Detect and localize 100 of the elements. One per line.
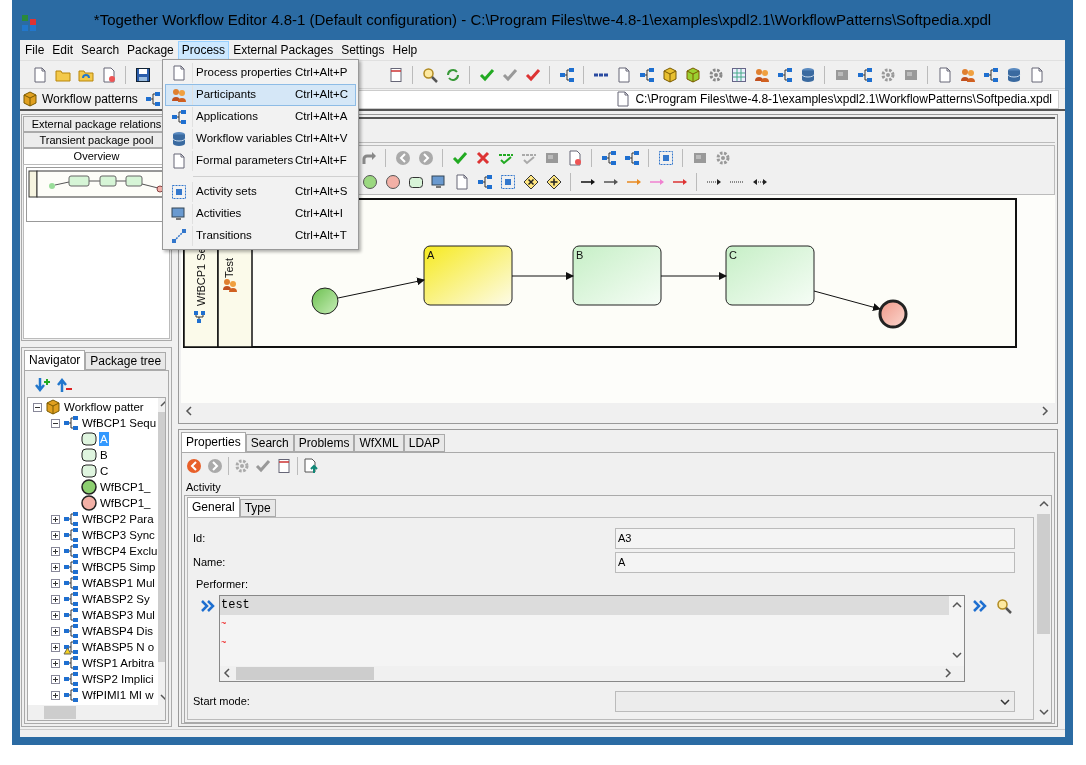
people-icon[interactable] [959, 66, 976, 83]
menu-item[interactable]: Process [177, 40, 230, 60]
menu-item[interactable]: Settings [337, 40, 389, 60]
package-selector[interactable]: Workflow patterns [21, 89, 139, 109]
circle-icon[interactable] [361, 174, 378, 190]
tree-item[interactable]: WfABSP5 N o [81, 640, 156, 654]
collapse-icon[interactable] [51, 418, 60, 428]
tab[interactable]: LDAP [403, 434, 446, 452]
expand-icon[interactable] [51, 642, 60, 652]
rounded-rect-icon[interactable] [407, 174, 424, 190]
menu-item[interactable]: Edit [48, 40, 78, 60]
scroll-right-icon[interactable] [1041, 406, 1051, 416]
save-icon[interactable] [134, 66, 151, 83]
scroll-down-icon[interactable] [1038, 708, 1049, 718]
export-icon[interactable] [303, 458, 319, 474]
tab[interactable]: Search [245, 434, 294, 452]
tree-item[interactable]: WfSP2 Implici [81, 672, 155, 686]
tab[interactable]: Properties [181, 432, 246, 452]
document-icon[interactable] [100, 66, 117, 83]
tree-item[interactable]: B [99, 448, 109, 462]
expand-icon[interactable] [51, 546, 60, 556]
tree-item[interactable]: WfBCP1_ [99, 480, 152, 494]
expand-icon[interactable] [51, 514, 60, 524]
gear-icon[interactable] [707, 66, 724, 83]
block-icon[interactable] [691, 150, 708, 166]
grid-icon[interactable] [730, 66, 747, 83]
cube-icon[interactable] [661, 66, 678, 83]
scroll-right-icon[interactable] [944, 668, 954, 678]
tree-item[interactable]: WfBCP1 Sequ [81, 416, 158, 430]
menu-item[interactable]: Help [388, 40, 422, 60]
search-icon[interactable] [996, 597, 1012, 614]
refresh-icon[interactable] [444, 66, 461, 83]
cube-icon[interactable] [684, 66, 701, 83]
notepad-icon[interactable] [276, 458, 292, 474]
notepad-icon[interactable] [387, 66, 404, 83]
menu-item[interactable]: Process properties Ctrl+Alt+P [165, 62, 356, 84]
diamond-icon[interactable] [545, 174, 562, 190]
tree-item[interactable]: WfABSP3 Mul [81, 608, 156, 622]
menu-item[interactable]: Participants Ctrl+Alt+C [165, 84, 356, 106]
expand-icon[interactable] [51, 674, 60, 684]
menu-item[interactable]: Activity sets Ctrl+Alt+S [165, 181, 356, 203]
performer-list[interactable]: test ~ ~ [219, 594, 965, 682]
tab[interactable]: WfXML [354, 434, 404, 452]
check-icon[interactable] [524, 66, 541, 83]
menu-item[interactable]: File [21, 40, 49, 60]
document-icon[interactable] [566, 150, 583, 166]
database-icon[interactable] [799, 66, 816, 83]
transition-arrow[interactable] [337, 277, 425, 299]
redo-icon[interactable] [360, 150, 377, 166]
arrow-down-plus-icon[interactable] [35, 377, 51, 393]
tree-item[interactable]: WfBCP5 Simp [81, 560, 157, 574]
tab[interactable]: General [187, 497, 240, 517]
scroll-left-icon[interactable] [223, 668, 233, 678]
activity-node[interactable]: C [725, 245, 815, 306]
tab[interactable]: Type [239, 499, 276, 517]
expand-icon[interactable] [51, 626, 60, 636]
transition-arrow[interactable] [813, 290, 881, 311]
double-chevron-icon[interactable] [972, 597, 988, 614]
tree-item[interactable]: WfBCP2 Para [81, 512, 155, 526]
text-field[interactable]: A [615, 551, 1015, 573]
menu-item[interactable]: External Packages [229, 40, 338, 60]
activity-node[interactable]: B [572, 245, 662, 306]
hierarchy-icon[interactable] [856, 66, 873, 83]
hierarchy-icon[interactable] [558, 66, 575, 83]
tree-item[interactable]: WfBCP4 Exclu [81, 544, 159, 558]
expand-icon[interactable] [51, 578, 60, 588]
transition-arrow[interactable] [511, 272, 574, 280]
people-icon[interactable] [753, 66, 770, 83]
expand-icon[interactable] [51, 610, 60, 620]
tree-item[interactable]: WfABSP1 Mul [81, 576, 156, 590]
expand-icon[interactable] [51, 530, 60, 540]
back-icon[interactable] [394, 150, 411, 166]
transition-arrow[interactable] [660, 272, 727, 280]
expand-icon[interactable] [51, 658, 60, 668]
hierarchy-icon[interactable] [982, 66, 999, 83]
menu-item[interactable]: Transitions Ctrl+Alt+T [165, 225, 356, 247]
tree-item[interactable]: WfPIMI1 MI w [81, 688, 155, 702]
list-item[interactable]: test [220, 595, 949, 615]
forward-icon[interactable] [417, 150, 434, 166]
activity-node[interactable]: A [423, 245, 513, 306]
diamond-icon[interactable] [522, 174, 539, 190]
hierarchy-icon[interactable] [623, 150, 640, 166]
hierarchy-icon[interactable] [600, 150, 617, 166]
check-icon[interactable] [451, 150, 468, 166]
tree-item[interactable]: WfABSP4 Dis [81, 624, 154, 638]
database-icon[interactable] [1005, 66, 1022, 83]
forward-icon[interactable] [207, 458, 223, 474]
tab[interactable]: Navigator [24, 350, 86, 370]
document-icon[interactable] [936, 66, 953, 83]
monitor-icon[interactable] [430, 174, 447, 190]
gear-icon[interactable] [714, 150, 731, 166]
tree-item[interactable]: WfSP1 Arbitra [81, 656, 156, 670]
hierarchy-icon[interactable] [145, 91, 161, 107]
gear-icon[interactable] [879, 66, 896, 83]
tab[interactable]: Package tree [85, 352, 167, 370]
horizontal-scrollbar[interactable] [220, 665, 964, 681]
tree-item[interactable]: Workflow patter [63, 400, 145, 414]
tree-item[interactable]: WfBCP1_ [99, 496, 152, 510]
selection-icon[interactable] [657, 150, 674, 166]
menu-item[interactable]: Activities Ctrl+Alt+I [165, 203, 356, 225]
